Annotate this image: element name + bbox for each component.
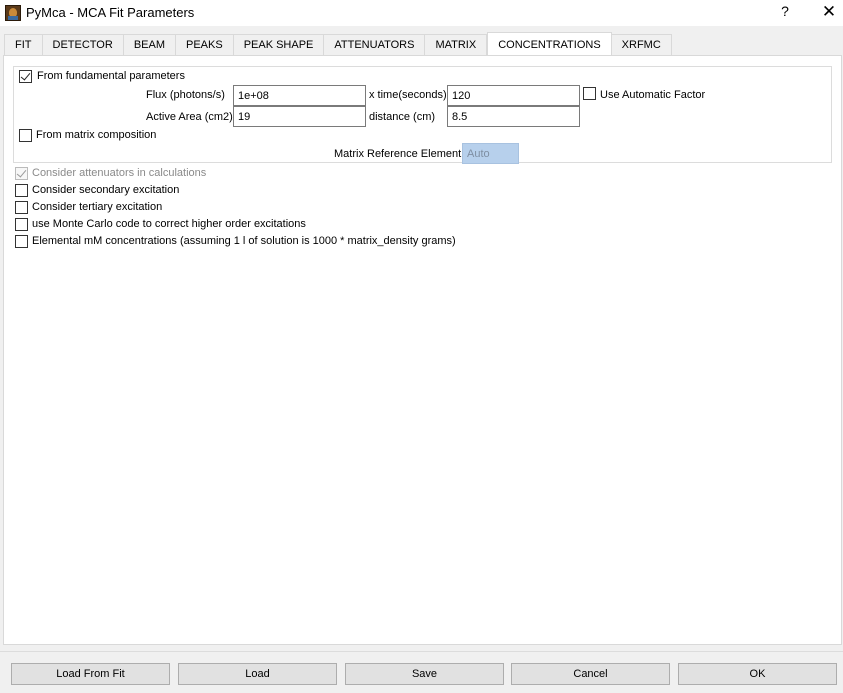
flux-input[interactable]: 1e+08 bbox=[233, 85, 366, 106]
window-title: PyMca - MCA Fit Parameters bbox=[26, 5, 195, 20]
tab-attenuators[interactable]: ATTENUATORS bbox=[324, 34, 426, 56]
tab-matrix[interactable]: MATRIX bbox=[425, 34, 488, 56]
ok-button[interactable]: OK bbox=[678, 663, 837, 685]
matrix-reference-label: Matrix Reference Element: bbox=[334, 148, 465, 160]
distance-label: distance (cm) bbox=[369, 111, 436, 123]
footer-divider bbox=[0, 651, 843, 652]
matrix-reference-field: Auto bbox=[462, 143, 519, 164]
tab-detector[interactable]: DETECTOR bbox=[42, 34, 124, 56]
matrix-composition-checkbox[interactable] bbox=[19, 129, 32, 142]
fundamental-parameters-group: From fundamental parameters Flux (photon… bbox=[13, 66, 832, 164]
tertiary-excitation-checkbox[interactable] bbox=[15, 201, 28, 214]
tab-xrfmc[interactable]: XRFMC bbox=[611, 34, 672, 56]
save-button[interactable]: Save bbox=[345, 663, 504, 685]
fundamental-parameters-checkbox[interactable] bbox=[19, 70, 32, 83]
fundamental-parameters-label: From fundamental parameters bbox=[37, 70, 185, 82]
tab-peak-shape[interactable]: PEAK SHAPE bbox=[233, 34, 325, 56]
auto-factor-checkbox[interactable] bbox=[583, 87, 596, 100]
tab-bar: FIT DETECTOR BEAM PEAKS PEAK SHAPE ATTEN… bbox=[4, 32, 672, 56]
time-input[interactable]: 120 bbox=[447, 85, 580, 106]
close-button[interactable]: ✕ bbox=[818, 1, 840, 23]
elemental-mm-checkbox[interactable] bbox=[15, 235, 28, 248]
auto-factor-label: Use Automatic Factor bbox=[600, 89, 706, 101]
time-label: x time(seconds) bbox=[369, 89, 447, 101]
concentrations-panel: From fundamental parameters Flux (photon… bbox=[3, 55, 842, 645]
monte-carlo-checkbox[interactable] bbox=[15, 218, 28, 231]
active-area-label: Active Area (cm2) bbox=[146, 111, 233, 123]
tab-concentrations[interactable]: CONCENTRATIONS bbox=[487, 32, 612, 56]
load-button[interactable]: Load bbox=[178, 663, 337, 685]
elemental-mm-label: Elemental mM concentrations (assuming 1 … bbox=[32, 235, 456, 247]
app-icon bbox=[5, 5, 21, 21]
secondary-excitation-label: Consider secondary excitation bbox=[32, 184, 180, 196]
monte-carlo-label: use Monte Carlo code to correct higher o… bbox=[32, 218, 306, 230]
active-area-input[interactable]: 19 bbox=[233, 106, 366, 127]
tab-fit[interactable]: FIT bbox=[4, 34, 43, 56]
title-bar: PyMca - MCA Fit Parameters ? ✕ bbox=[0, 0, 843, 26]
tab-peaks[interactable]: PEAKS bbox=[176, 34, 234, 56]
consider-attenuators-label: Consider attenuators in calculations bbox=[32, 167, 207, 179]
distance-input[interactable]: 8.5 bbox=[447, 106, 580, 127]
cancel-button[interactable]: Cancel bbox=[511, 663, 670, 685]
secondary-excitation-checkbox[interactable] bbox=[15, 184, 28, 197]
tertiary-excitation-label: Consider tertiary excitation bbox=[32, 201, 163, 213]
consider-attenuators-checkbox bbox=[15, 167, 28, 180]
tab-beam[interactable]: BEAM bbox=[123, 34, 176, 56]
matrix-composition-label: From matrix composition bbox=[36, 129, 157, 141]
help-button[interactable]: ? bbox=[776, 3, 794, 21]
flux-label: Flux (photons/s) bbox=[146, 89, 225, 101]
load-from-fit-button[interactable]: Load From Fit bbox=[11, 663, 170, 685]
